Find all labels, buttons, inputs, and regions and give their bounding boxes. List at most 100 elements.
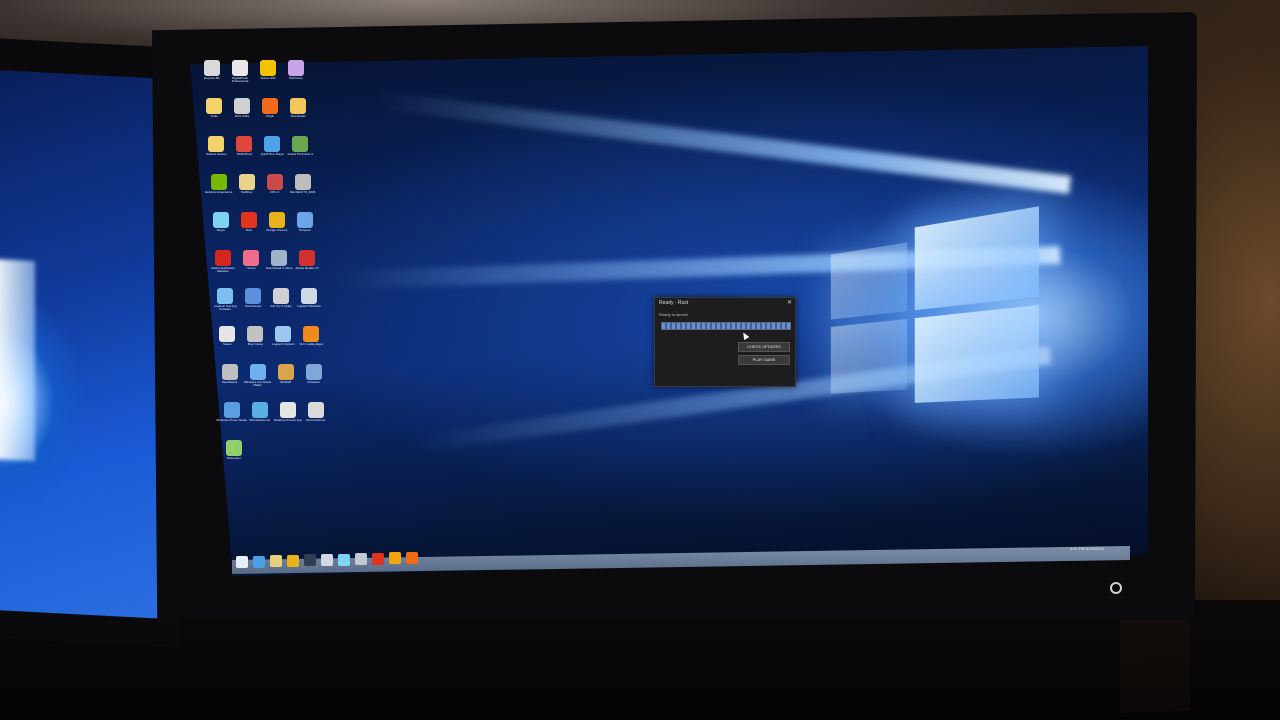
desktop-shortcut[interactable]: Skype (209, 212, 233, 236)
desktop-shortcut[interactable]: Boot Camp (243, 326, 267, 350)
desktop-shortcut-label: MyPrivacy (289, 77, 303, 80)
bootcamp-icon (247, 326, 264, 342)
origin-icon[interactable] (406, 552, 418, 564)
desktop-shortcut[interactable]: WinRAR (274, 364, 298, 388)
check-updates-button[interactable]: CHECK UPDATES (738, 342, 790, 352)
desktop-shortcut-label: DriverScanner (306, 419, 326, 422)
desktop-shortcut[interactable]: Downloads (286, 98, 310, 122)
desktop-shortcut-label: Logitech Webcam (297, 305, 322, 308)
recycle-bin-icon (204, 60, 220, 76)
desktop-shortcut[interactable]: DriverScanner (304, 402, 328, 426)
desktop-shortcut[interactable]: CCleaner (302, 364, 326, 388)
folder-icon (208, 136, 225, 152)
desktop-shortcut[interactable]: MSI Afterburner (248, 402, 272, 426)
desktop-icon-grid: Recycle Bin DigitalPhoto Professional Nort… (200, 60, 325, 540)
utility-icon (234, 98, 251, 114)
desktop-shortcut[interactable]: Steam (215, 326, 239, 350)
steelseries-icon (221, 364, 238, 380)
desktop-shortcut[interactable]: GeForce Experience (205, 174, 232, 198)
desktop-shortcut-label: MemSplit TX_3036 (289, 191, 316, 194)
itunes-icon (243, 250, 259, 266)
desktop-shortcut[interactable]: MyPrivacy (284, 60, 308, 84)
desktop-shortcut[interactable]: Logitech Gaming Software (213, 288, 237, 312)
desktop-shortcut[interactable]: Logitech Webcam (297, 288, 321, 312)
movie-icon (249, 364, 266, 380)
desktop-shortcut[interactable]: iTunes (239, 250, 263, 274)
desktop-shortcut[interactable]: Adobe Application Manager (211, 250, 235, 274)
system-tray[interactable]: 4:57 PM 8/19/2015 (1070, 546, 1104, 551)
desktop-shortcut[interactable]: Origin (258, 98, 282, 122)
desktop-shortcut[interactable]: Notepad (293, 212, 317, 236)
play-game-button[interactable]: PLAY GAME (738, 355, 790, 365)
power-button[interactable] (1110, 582, 1122, 594)
folder-icon (206, 98, 223, 114)
steam-icon[interactable] (304, 554, 316, 567)
desktop-shortcut-label: VLC media player (299, 343, 324, 346)
plex-icon[interactable] (389, 552, 401, 565)
memory-icon (294, 174, 311, 190)
media-icon[interactable] (321, 554, 333, 566)
desktop-shortcut[interactable]: Recycle Bin (200, 60, 224, 84)
close-icon[interactable]: ✕ (787, 299, 792, 306)
desktop-shortcut[interactable]: Logitech Options (271, 326, 295, 350)
progress-bar (661, 322, 791, 330)
desktop-shortcut[interactable]: Rainmeter (222, 440, 246, 464)
winrar-icon (277, 364, 294, 380)
desktop-shortcut[interactable]: MemSplit TX_3036 (290, 174, 315, 198)
tray-date: 8/19/2015 (1086, 546, 1104, 551)
desktop-shortcut-label: Notepad (299, 229, 311, 232)
desktop-shortcut[interactable]: Google Chrome (265, 212, 289, 236)
desktop-shortcut[interactable]: ECS Utility (230, 98, 254, 122)
desktop-shortcut[interactable]: SwiftKey (235, 174, 259, 198)
afterburner-icon (251, 402, 268, 418)
desktop-shortcut[interactable]: SIV64Tools (232, 136, 256, 160)
desktop-shortcut[interactable]: DigitalPhoto Professional (228, 60, 252, 84)
rust-icon (240, 212, 257, 228)
desktop-shortcut[interactable]: Adobe Reader XI (295, 250, 319, 274)
desktop-shortcut[interactable]: Windows Photo Viewer (216, 402, 247, 426)
rust-icon[interactable] (372, 552, 384, 565)
ie-icon[interactable] (253, 555, 265, 568)
acrobat-icon (299, 250, 315, 266)
desktop-shortcut[interactable]: Rust (237, 212, 261, 236)
skype-icon[interactable] (338, 553, 350, 566)
desktop-shortcut[interactable]: Windows Live Movie Maker (244, 364, 271, 388)
desktop-shortcut-label: CCleaner (307, 381, 320, 384)
norton-icon (260, 60, 276, 76)
game-icon (273, 288, 290, 304)
wallpaper-light-beam (374, 90, 1072, 194)
desktop-shortcut[interactable]: Grand Theft Auto V (288, 136, 313, 160)
steam-icon (219, 326, 236, 342)
origin-icon (262, 98, 279, 114)
rainmeter-icon (226, 440, 242, 456)
desktop-shortcut[interactable]: CPU-Z (263, 174, 287, 198)
quicktime-icon (264, 136, 281, 152)
desktop-shortcut[interactable]: TeamViewer (241, 288, 265, 312)
settings-icon[interactable] (355, 553, 367, 566)
ccleaner-icon (305, 364, 322, 380)
adobe-icon (215, 250, 231, 266)
nvidia-icon (210, 174, 227, 190)
skype-icon (212, 212, 229, 228)
camera-app-icon (232, 60, 248, 76)
desktop-shortcut[interactable]: Tools (202, 98, 226, 122)
chrome-icon[interactable] (287, 554, 299, 567)
cpuz-icon (266, 174, 283, 190)
desktop-shortcut[interactable]: Far Cry 4 Uplay (269, 288, 293, 312)
teamviewer-icon (245, 288, 262, 304)
keyboard-icon (238, 174, 255, 190)
vlc-icon (303, 326, 320, 342)
dialog-title: Ready - Rust (659, 300, 689, 306)
desktop-shortcut[interactable]: Retired Games (204, 136, 228, 160)
progress-bar-fill (662, 323, 790, 329)
start-button[interactable] (236, 556, 248, 568)
logitech-icon (217, 288, 234, 304)
desktop-shortcut-label: Downloads (290, 115, 306, 118)
desktop-shortcut[interactable]: Desktop Product Key (274, 402, 302, 426)
desktop-shortcut[interactable]: VLC media player (299, 326, 323, 350)
desktop-shortcut[interactable]: TeamSpeak 3 Client (266, 250, 292, 274)
explorer-icon[interactable] (270, 555, 282, 568)
desktop-shortcut[interactable]: Norton 360 (256, 60, 280, 84)
desktop-shortcut[interactable]: SteelSeries (218, 364, 242, 388)
desktop-shortcut[interactable]: QuickTime Player (260, 136, 284, 160)
